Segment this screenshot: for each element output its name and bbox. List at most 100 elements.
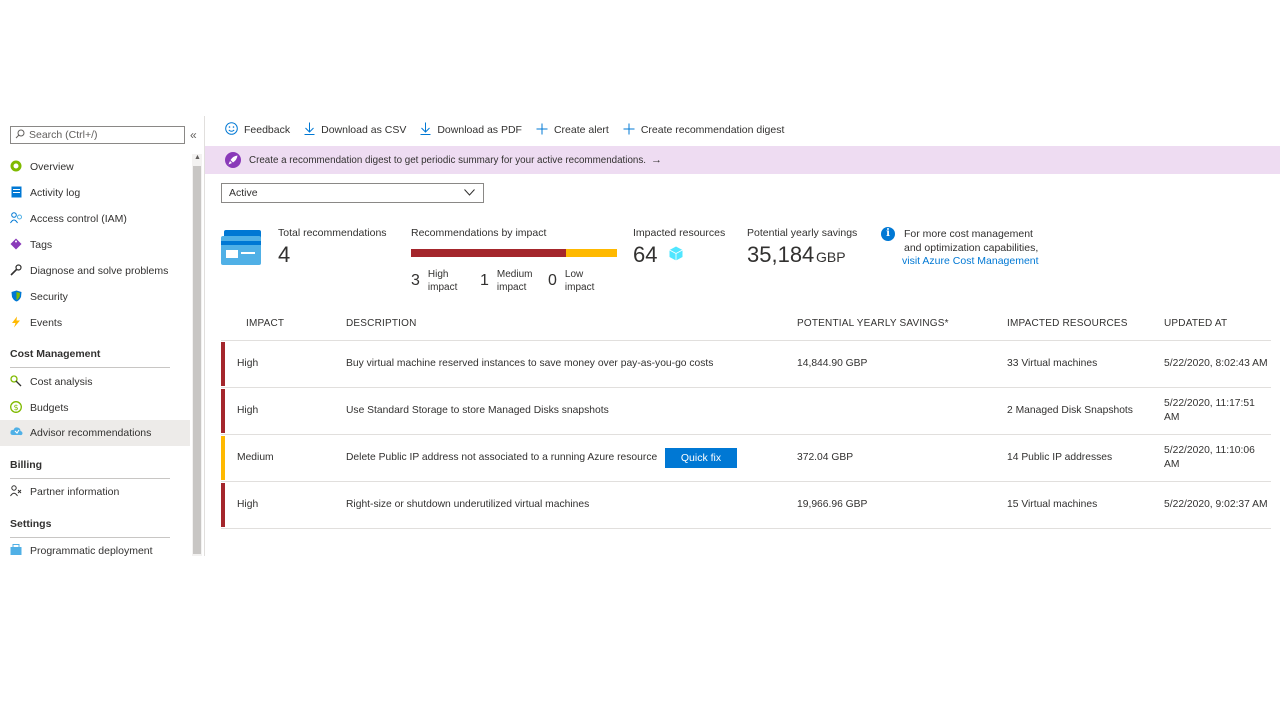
description-link[interactable]: Right-size or shutdown underutilized vir… [346, 482, 589, 528]
download-icon [420, 122, 431, 138]
section-billing: Billing [10, 459, 43, 471]
sidebar-item-diagnose[interactable]: Diagnose and solve problems [0, 258, 190, 284]
sidebar-item-overview[interactable]: Overview [0, 154, 190, 180]
column-header-savings[interactable]: POTENTIAL YEARLY SAVINGS* [797, 318, 949, 329]
tag-icon [9, 238, 23, 253]
resources-cell: 2 Managed Disk Snapshots [1007, 405, 1133, 416]
plus-icon [536, 123, 548, 138]
command-bar: Feedback Download as CSV Download as PDF… [205, 116, 784, 144]
sidebar-item-label: Budgets [30, 402, 69, 414]
sidebar-item-advisor-recommendations[interactable]: Advisor recommendations [0, 420, 190, 446]
column-header-impact[interactable]: IMPACT [246, 318, 284, 329]
sidebar-scrollbar[interactable]: ▲ [192, 154, 202, 556]
savings-cell: 19,966.96 GBP [797, 499, 868, 510]
sidebar-item-access-control[interactable]: Access control (IAM) [0, 206, 190, 232]
resources-cell: 33 Virtual machines [1007, 358, 1098, 369]
sidebar-item-tags[interactable]: Tags [0, 232, 190, 258]
impacted-resources-label: Impacted resources [633, 227, 726, 239]
impact-stripe [221, 342, 225, 386]
description-link[interactable]: Delete Public IP address not associated … [346, 435, 657, 481]
impact-distribution-bar [411, 249, 617, 257]
impact-cell: High [237, 499, 259, 510]
advisor-icon [9, 426, 23, 440]
savings-cell: 14,844.90 GBP [797, 358, 868, 369]
status-filter-dropdown[interactable]: Active [221, 183, 484, 203]
medium-count: 1 [480, 272, 489, 289]
table-row[interactable]: High Use Standard Storage to store Manag… [221, 388, 1271, 435]
section-cost-management: Cost Management [10, 348, 101, 360]
sidebar-item-security[interactable]: Security [0, 284, 190, 310]
cube-icon [669, 246, 683, 264]
high-impact-segment [411, 249, 566, 257]
scrollbar-thumb[interactable] [193, 166, 201, 554]
recommendations-card-icon [221, 230, 263, 269]
impact-cell: High [237, 405, 259, 416]
column-header-description[interactable]: DESCRIPTION [346, 318, 417, 329]
feedback-label: Feedback [244, 124, 291, 136]
table-row[interactable]: High Buy virtual machine reserved instan… [221, 341, 1271, 388]
updated-cell: 5/22/2020, 8:02:43 AM [1164, 358, 1268, 369]
sidebar-item-label: Events [30, 317, 63, 329]
column-header-resources[interactable]: IMPACTED RESOURCES [1007, 318, 1128, 329]
high-label: High [427, 269, 449, 280]
svg-text:$: $ [13, 403, 18, 412]
create-alert-button[interactable]: Create alert [536, 123, 609, 138]
impacted-resources-value: 64 [633, 242, 658, 267]
sidebar-item-activity-log[interactable]: Activity log [0, 180, 190, 206]
portal-frame: Search (Ctrl+/) « ▲ Overview Activity lo… [0, 116, 1280, 557]
info-line-1: For more cost management [904, 228, 1033, 240]
low-impact-count: 0 Low impact [548, 268, 594, 294]
sidebar-item-label: Advisor recommendations [30, 427, 152, 439]
updated-cell: 5/22/2020, 11:17:51 AM [1164, 398, 1255, 423]
sidebar-item-label: Diagnose and solve problems [30, 265, 169, 277]
impact-stripe [221, 389, 225, 433]
smiley-icon [225, 122, 238, 138]
info-icon: i [881, 227, 895, 241]
download-icon [304, 122, 315, 138]
budget-icon: $ [9, 400, 23, 416]
description-link[interactable]: Use Standard Storage to store Managed Di… [346, 388, 609, 434]
potential-savings-unit: GBP [816, 249, 846, 265]
deployment-icon [9, 543, 23, 559]
high-count: 3 [411, 272, 420, 289]
collapse-sidebar-button[interactable]: « [190, 128, 197, 142]
medium-label-impact: impact [496, 282, 527, 293]
cost-analysis-icon [9, 374, 23, 390]
plus-icon [623, 123, 635, 138]
cost-management-info: For more cost management and optimizatio… [902, 228, 1039, 269]
sidebar-item-partner-information[interactable]: Partner information [0, 479, 190, 505]
azure-cost-management-link[interactable]: visit Azure Cost Management [902, 255, 1039, 269]
quick-fix-button[interactable]: Quick fix [665, 448, 737, 468]
arrow-right-icon[interactable]: → [651, 154, 662, 166]
total-recommendations-label: Total recommendations [278, 227, 387, 239]
digest-banner[interactable]: Create a recommendation digest to get pe… [205, 146, 1280, 174]
sidebar-item-label: Partner information [30, 486, 120, 498]
column-header-updated[interactable]: UPDATED AT [1164, 318, 1227, 329]
partner-icon [9, 484, 23, 500]
sidebar-item-events[interactable]: Events [0, 310, 190, 336]
impact-cell: High [237, 358, 259, 369]
sidebar-item-label: Security [30, 291, 68, 303]
download-csv-button[interactable]: Download as CSV [304, 122, 406, 138]
medium-impact-count: 1 Medium impact [480, 268, 532, 294]
savings-cell: 372.04 GBP [797, 452, 854, 463]
sidebar-item-label: Programmatic deployment [30, 545, 153, 557]
table-row[interactable]: High Right-size or shutdown underutilize… [221, 482, 1271, 529]
low-label: Low [564, 269, 584, 280]
low-count: 0 [548, 272, 557, 289]
description-link[interactable]: Buy virtual machine reserved instances t… [346, 341, 713, 387]
feedback-button[interactable]: Feedback [225, 122, 290, 138]
create-recommendation-digest-button[interactable]: Create recommendation digest [623, 123, 784, 138]
download-csv-label: Download as CSV [321, 124, 407, 136]
people-icon [9, 211, 23, 227]
resources-cell: 14 Public IP addresses [1007, 452, 1113, 463]
table-row[interactable]: Medium Delete Public IP address not asso… [221, 435, 1271, 482]
sidebar-item-cost-analysis[interactable]: Cost analysis [0, 369, 190, 395]
sidebar-item-label: Tags [30, 239, 53, 251]
search-input[interactable]: Search (Ctrl+/) [10, 126, 185, 144]
sidebar-item-budgets[interactable]: $ Budgets [0, 395, 190, 421]
sidebar-item-programmatic-deployment[interactable]: Programmatic deployment [0, 538, 190, 564]
scroll-up-icon[interactable]: ▲ [194, 154, 201, 161]
impact-stripe [221, 483, 225, 527]
download-pdf-button[interactable]: Download as PDF [420, 122, 522, 138]
